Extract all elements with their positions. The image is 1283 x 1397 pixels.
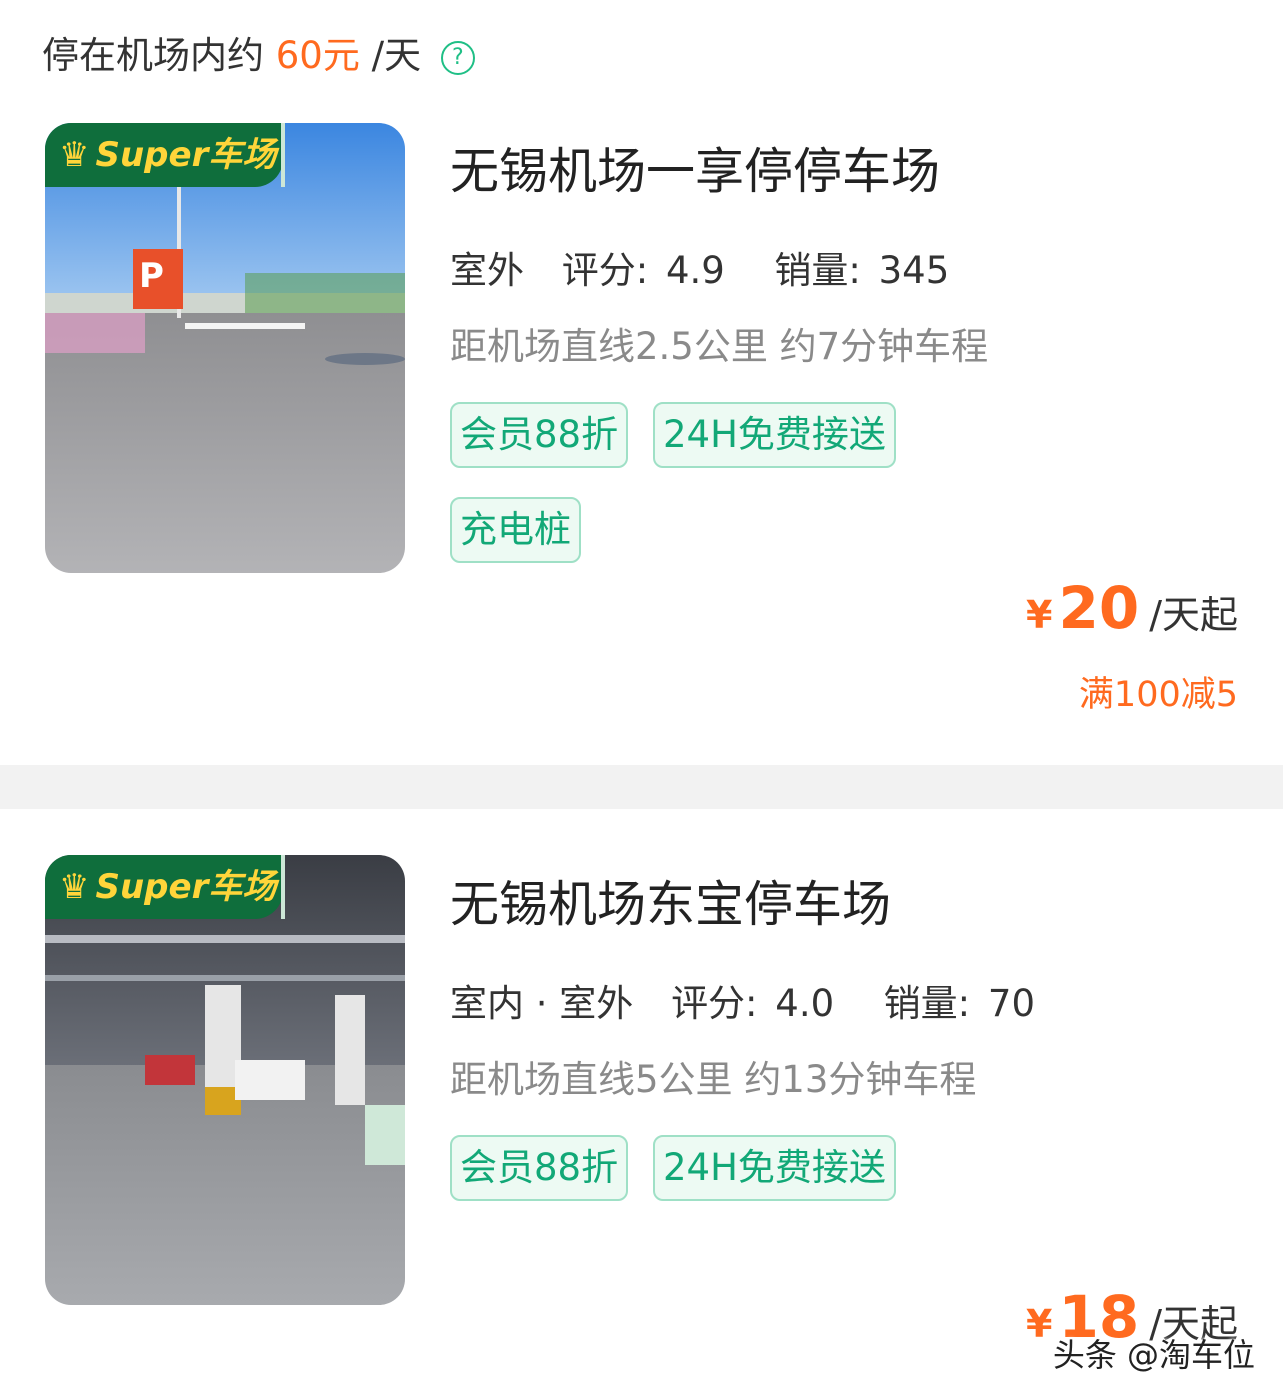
parking-lot-card[interactable]: P ♛ Super车场 无锡机场一享停停车场 室外 评分: 4.9 销量: 345…: [0, 100, 1283, 840]
card-divider: [0, 765, 1283, 809]
lot-name[interactable]: 无锡机场一享停停车场: [450, 132, 940, 203]
note-prefix: 停在机场内约: [42, 34, 264, 77]
tag-free-shuttle: 24H免费接送: [653, 402, 896, 468]
currency-symbol: ¥: [1026, 1302, 1053, 1346]
photo-sign-text: P: [139, 256, 164, 296]
currency-symbol: ¥: [1026, 593, 1053, 637]
note-price: 60元: [275, 34, 360, 77]
tag-free-shuttle: 24H免费接送: [653, 1135, 896, 1201]
price-block: ¥20/天起: [1026, 574, 1238, 642]
airport-parking-price-note: 停在机场内约 60元 /天 ?: [42, 30, 475, 82]
badge-edge: [281, 855, 285, 919]
super-lot-badge: ♛ Super车场: [45, 855, 283, 919]
price-amount: 20: [1058, 574, 1140, 642]
lot-meta: 室内 · 室外 评分: 4.0 销量: 70: [447, 973, 1035, 1031]
crown-icon: ♛: [59, 135, 90, 175]
watermark: 头条 @淘车位: [1052, 1336, 1255, 1374]
question-circle-icon[interactable]: ?: [440, 40, 475, 75]
parking-lot-photo: ♛ Super车场: [45, 855, 405, 1305]
sales-value: 70: [987, 982, 1035, 1025]
rating-label: 评分:: [561, 249, 649, 292]
parking-lot-card[interactable]: ♛ Super车场 无锡机场东宝停车场 室内 · 室外 评分: 4.0 销量: 7…: [0, 809, 1283, 1397]
sales-label: 销量:: [883, 982, 971, 1025]
lot-name[interactable]: 无锡机场东宝停车场: [450, 865, 891, 936]
tag-charging-station: 充电桩: [450, 497, 581, 563]
badge-label: Super车场: [95, 867, 277, 907]
crown-icon: ♛: [59, 867, 90, 907]
tag-member-discount: 会员88折: [450, 1135, 629, 1201]
lot-meta: 室外 评分: 4.9 销量: 345: [448, 240, 950, 298]
environment-label: 室外: [448, 240, 526, 298]
parking-lot-photo: P ♛ Super车场: [45, 123, 405, 573]
rating-label: 评分:: [671, 982, 758, 1025]
distance-info: 距机场直线2.5公里 约7分钟车程: [450, 325, 989, 368]
super-lot-badge: ♛ Super车场: [45, 123, 283, 187]
sales-value: 345: [878, 249, 950, 292]
rating-value: 4.9: [666, 249, 725, 292]
distance-info: 距机场直线5公里 约13分钟车程: [450, 1058, 977, 1101]
sales-label: 销量:: [774, 249, 861, 292]
rating-value: 4.0: [775, 982, 835, 1025]
promo-text: 满100减5: [1078, 675, 1238, 715]
tag-member-discount: 会员88折: [450, 402, 629, 468]
price-unit: /天起: [1149, 593, 1238, 637]
environment-label: 室内 · 室外: [447, 973, 636, 1031]
badge-label: Super车场: [95, 135, 277, 175]
badge-edge: [281, 123, 285, 187]
note-suffix: /天: [371, 34, 422, 77]
